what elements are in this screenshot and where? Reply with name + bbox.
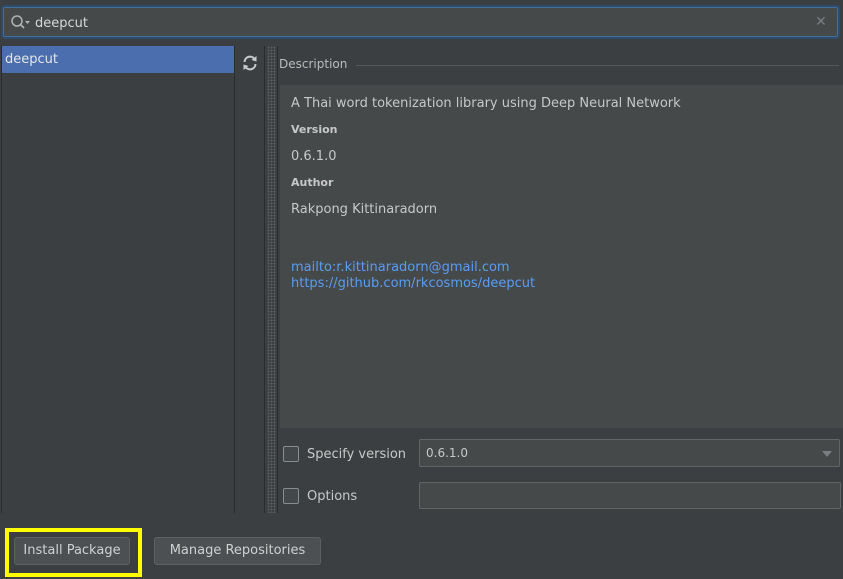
- version-value: 0.6.1.0: [291, 149, 337, 164]
- description-panel: A Thai word tokenization library using D…: [280, 85, 843, 428]
- chevron-down-icon: [822, 451, 832, 457]
- author-label: Author: [291, 176, 334, 189]
- description-header: Description: [279, 57, 348, 71]
- options-checkbox[interactable]: [283, 488, 299, 504]
- version-label: Version: [291, 123, 338, 136]
- close-icon[interactable]: ✕: [814, 14, 828, 30]
- install-packages-dialog: ✕ deepcut Description A Thai word tokeni…: [0, 0, 843, 579]
- refresh-icon[interactable]: [241, 54, 259, 72]
- package-summary: A Thai word tokenization library using D…: [291, 96, 681, 111]
- divider: [356, 65, 839, 66]
- divider: [277, 46, 278, 513]
- search-icon[interactable]: [10, 14, 32, 32]
- options-row: Options: [283, 488, 357, 504]
- install-package-button[interactable]: Install Package: [14, 537, 130, 565]
- search-input[interactable]: [35, 12, 805, 34]
- package-list[interactable]: deepcut: [1, 46, 235, 513]
- specify-version-checkbox[interactable]: [283, 446, 299, 462]
- options-field[interactable]: [419, 482, 841, 509]
- list-item[interactable]: deepcut: [2, 46, 234, 73]
- manage-repositories-button[interactable]: Manage Repositories: [154, 537, 321, 565]
- version-select[interactable]: 0.6.1.0: [419, 439, 840, 467]
- specify-version-label: Specify version: [307, 446, 407, 462]
- options-label: Options: [307, 488, 358, 504]
- splitter-handle[interactable]: [267, 46, 276, 513]
- package-links: mailto:r.kittinaradorn@gmail.com https:/…: [291, 260, 535, 292]
- homepage-link[interactable]: https://github.com/rkcosmos/deepcut: [291, 276, 535, 292]
- specify-version-row: Specify version: [283, 446, 406, 462]
- package-search-field[interactable]: ✕: [3, 7, 838, 37]
- email-link[interactable]: mailto:r.kittinaradorn@gmail.com: [291, 260, 535, 276]
- list-toolbar: [235, 46, 265, 513]
- author-value: Rakpong Kittinaradorn: [291, 202, 438, 217]
- version-select-value: 0.6.1.0: [426, 446, 468, 460]
